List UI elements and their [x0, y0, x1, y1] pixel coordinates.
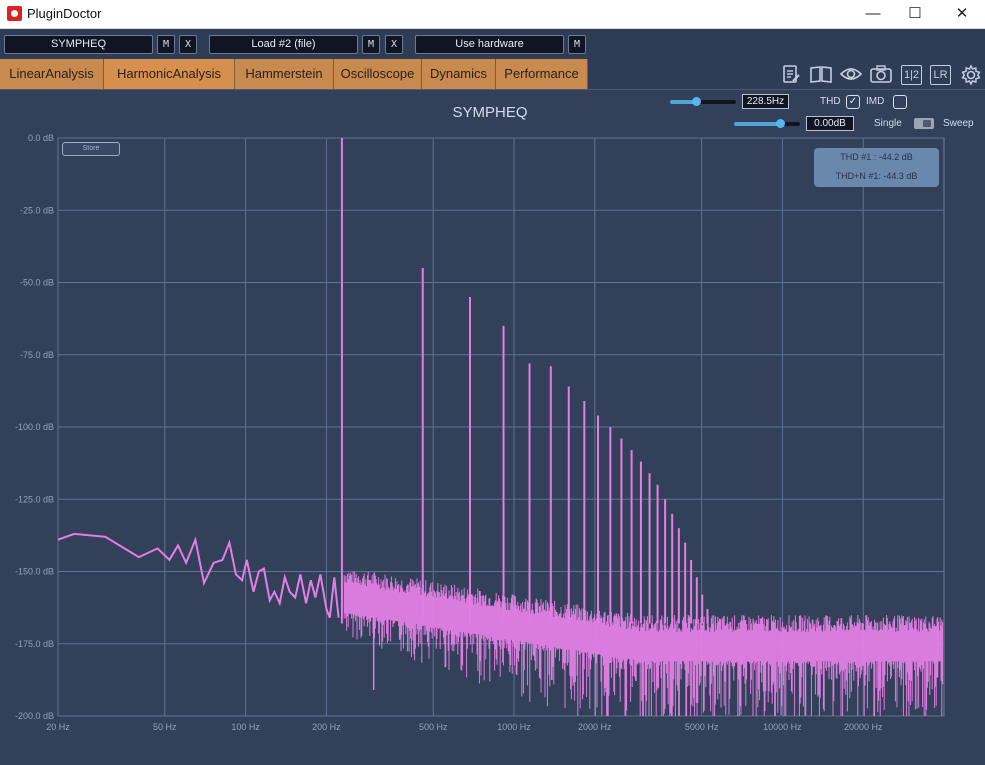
- lr-channel-toggle[interactable]: LR: [930, 65, 951, 85]
- close-button[interactable]: ✕: [939, 0, 985, 29]
- thd-readout: THD #1 : -44.2 dB: [840, 152, 913, 162]
- slot-1-remove-button[interactable]: X: [179, 35, 197, 54]
- slot-2-mute-button[interactable]: M: [362, 35, 380, 54]
- plugin-slot-1[interactable]: SYMPHEQ: [4, 35, 153, 54]
- notes-icon[interactable]: [779, 64, 803, 86]
- plugin-slot-3[interactable]: Use hardware: [415, 35, 564, 54]
- gear-icon[interactable]: [959, 64, 983, 86]
- y-tick-label: 0.0 dB: [28, 133, 54, 143]
- plot-title: SYMPHEQ: [452, 104, 528, 121]
- single-sweep-toggle[interactable]: [914, 118, 934, 129]
- imd-label: IMD: [866, 96, 885, 107]
- app-logo-icon: [7, 6, 22, 21]
- window-title: PluginDoctor: [27, 6, 102, 21]
- y-tick-label: -25.0 dB: [20, 205, 54, 215]
- tab-hammerstein[interactable]: Hammerstein: [235, 59, 334, 89]
- thd-checkbox[interactable]: ✓: [846, 95, 860, 109]
- x-tick-label: 100 Hz: [231, 722, 260, 732]
- plugin-slot-2[interactable]: Load #2 (file): [209, 35, 358, 54]
- tab-linear-analysis[interactable]: LinearAnalysis: [0, 59, 104, 89]
- eye-icon[interactable]: [839, 64, 863, 86]
- y-tick-label: -150.0 dB: [15, 567, 54, 577]
- level-value-field[interactable]: 0.00dB: [806, 116, 854, 131]
- x-tick-label: 200 Hz: [312, 722, 341, 732]
- tab-harmonic-analysis[interactable]: HarmonicAnalysis: [104, 59, 235, 89]
- tab-performance[interactable]: Performance: [496, 59, 588, 89]
- x-tick-label: 50 Hz: [153, 722, 177, 732]
- thd-readout-box: THD #1 : -44.2 dB THD+N #1: -44.3 dB: [814, 148, 939, 187]
- book-icon[interactable]: [809, 64, 833, 86]
- store-button[interactable]: Store: [62, 142, 120, 156]
- minimize-button[interactable]: —: [850, 0, 896, 29]
- level-slider-fill: [734, 122, 781, 126]
- y-tick-label: -75.0 dB: [20, 350, 54, 360]
- x-tick-label: 20 Hz: [46, 722, 70, 732]
- frequency-slider[interactable]: [670, 97, 736, 106]
- x-tick-label: 1000 Hz: [497, 722, 531, 732]
- y-tick-label: -175.0 dB: [15, 639, 54, 649]
- split-view-toggle[interactable]: 1|2: [901, 65, 922, 85]
- y-tick-label: -125.0 dB: [15, 494, 54, 504]
- tab-dynamics[interactable]: Dynamics: [422, 59, 496, 89]
- slot-2-remove-button[interactable]: X: [385, 35, 403, 54]
- x-tick-label: 20000 Hz: [844, 722, 883, 732]
- tab-oscilloscope[interactable]: Oscilloscope: [334, 59, 422, 89]
- analysis-tabs: LinearAnalysis HarmonicAnalysis Hammerst…: [0, 59, 985, 89]
- x-tick-label: 2000 Hz: [578, 722, 612, 732]
- plugin-slot-toolbar: SYMPHEQ M X Load #2 (file) M X Use hardw…: [0, 30, 985, 59]
- harmonic-spectrum-chart: 0.0 dB -25.0 dB -50.0 dB -75.0 dB -100.0 dB -…: [15, 133, 945, 732]
- frequency-value-field[interactable]: 228.5Hz: [742, 94, 789, 109]
- slot-3-mute-button[interactable]: M: [568, 35, 586, 54]
- x-tick-label: 5000 Hz: [685, 722, 719, 732]
- x-tick-label: 10000 Hz: [763, 722, 802, 732]
- title-bar: PluginDoctor — ☐ ✕: [0, 0, 985, 29]
- slot-1-mute-button[interactable]: M: [157, 35, 175, 54]
- level-slider[interactable]: [734, 119, 800, 128]
- maximize-button[interactable]: ☐: [892, 0, 938, 29]
- x-tick-label: 500 Hz: [419, 722, 448, 732]
- y-tick-label: -50.0 dB: [20, 278, 54, 288]
- thdn-readout: THD+N #1: -44.3 dB: [835, 171, 918, 181]
- y-tick-label: -100.0 dB: [15, 422, 54, 432]
- y-tick-label: -200.0 dB: [15, 711, 54, 721]
- camera-icon[interactable]: [869, 64, 893, 86]
- sweep-label: Sweep: [943, 118, 974, 129]
- single-label: Single: [874, 118, 902, 129]
- thd-label: THD: [820, 96, 841, 107]
- imd-checkbox[interactable]: [893, 95, 907, 109]
